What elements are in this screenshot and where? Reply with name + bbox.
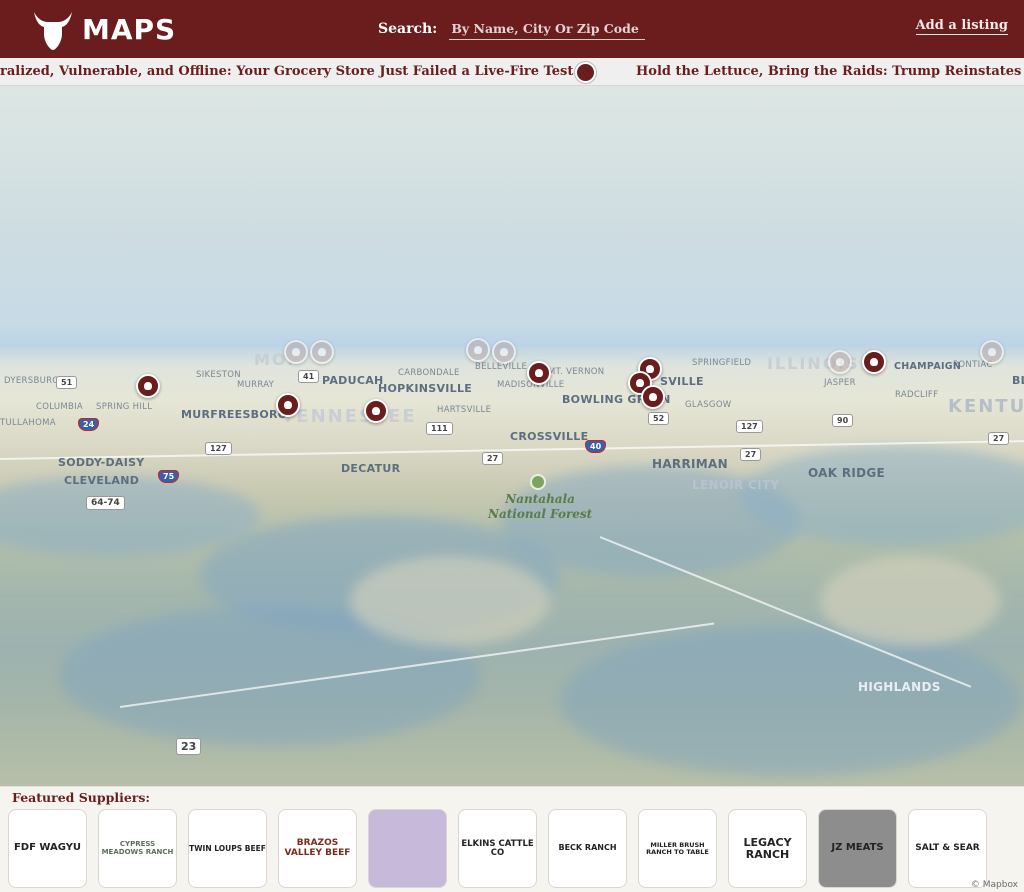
supplier-pin[interactable] [466, 338, 490, 362]
supplier-card[interactable]: BECK RANCH [548, 809, 627, 888]
terrain-map[interactable]: MO. TENNESSEE ILLINOIS KENTUC DYERSBURG … [0, 86, 1024, 786]
supplier-pin[interactable] [980, 340, 1004, 364]
city-label: HARRIMAN [652, 457, 728, 471]
supplier-logo-text: SALT & SEAR [915, 842, 980, 853]
top-header: MAPS Search: Add a listing [0, 0, 1024, 58]
supplier-logo-text: BRAZOS VALLEY BEEF [284, 838, 351, 858]
supplier-logo-text: ELKINS CATTLE CO [461, 838, 534, 858]
city-label: CHAMPAIGN [894, 361, 962, 372]
supplier-card[interactable]: MILLER BRUSH RANCH TO TABLE [638, 809, 717, 888]
supplier-logo-text: LEGACY RANCH [743, 835, 792, 861]
supplier-card[interactable]: ELKINS CATTLE CO [458, 809, 537, 888]
city-label: CROSSVILLE [510, 430, 589, 443]
supplier-pin[interactable] [492, 340, 516, 364]
supplier-logo-text: TWIN LOUPS BEEF [189, 843, 266, 853]
city-label: RADCLIFF [895, 390, 939, 400]
supplier-pin[interactable] [364, 399, 388, 423]
highway-shield: 90 [832, 414, 854, 427]
city-label: DYERSBURG [4, 376, 60, 386]
highway-shield: 127 [205, 442, 232, 455]
city-label: SODDY-DAISY [58, 456, 145, 469]
highway-shield: 52 [648, 412, 670, 425]
supplier-logo-text: BECK RANCH [558, 843, 617, 853]
highway-shield: 51 [56, 376, 78, 389]
supplier-logo-text: MILLER BRUSH RANCH TO TABLE [646, 840, 709, 856]
supplier-card[interactable]: SALT & SEAR [908, 809, 987, 888]
supplier-card[interactable] [368, 809, 447, 888]
city-label: PADUCAH [322, 374, 384, 387]
supplier-card[interactable]: LEGACY RANCH [728, 809, 807, 888]
city-label: HOPKINSVILLE [378, 382, 473, 395]
city-label: MURRAY [237, 380, 275, 390]
city-label: OAK RIDGE [808, 466, 886, 480]
news-ticker: ralized, Vulnerable, and Offline: Your G… [0, 58, 1024, 86]
state-label: TENNESSEE [282, 406, 417, 427]
supplier-card[interactable]: BRAZOS VALLEY BEEF [278, 809, 357, 888]
search-label: Search: [378, 21, 438, 37]
supplier-pin[interactable] [136, 374, 160, 398]
city-label: HIGHLANDS [858, 680, 941, 694]
city-label: CARBONDALE [398, 368, 460, 378]
featured-suppliers-title: Featured Suppliers: [12, 790, 151, 805]
search-input[interactable] [449, 18, 646, 40]
supplier-pin[interactable] [641, 385, 665, 409]
city-label: BLOO [1012, 374, 1024, 387]
highway-shield: 127 [736, 420, 763, 433]
supplier-logo-text: CYPRESS MEADOWS RANCH [101, 840, 174, 856]
highway-shield: 27 [482, 452, 504, 465]
tree-icon [530, 474, 546, 490]
city-label: COLUMBIA [36, 402, 84, 412]
state-label: KENTUC [948, 396, 1024, 417]
city-label: JASPER [824, 378, 856, 388]
highway-shield: 75 [158, 470, 180, 483]
supplier-logo-text: JZ MEATS [831, 842, 884, 854]
supplier-card[interactable]: TWIN LOUPS BEEF [188, 809, 267, 888]
highway-shield: 64-74 [86, 496, 125, 510]
supplier-pin[interactable] [310, 340, 334, 364]
city-label: DECATUR [341, 462, 401, 475]
city-label: LENOIR CITY [692, 478, 780, 492]
city-label: SVILLE [660, 375, 704, 388]
city-label: CLEVELAND [64, 474, 140, 487]
ticker-item[interactable]: Hold the Lettuce, Bring the Raids: Trump… [636, 64, 1024, 79]
supplier-card[interactable]: FDF WAGYU [8, 809, 87, 888]
supplier-pin[interactable] [284, 340, 308, 364]
city-label: SPRING HILL [96, 402, 153, 412]
city-label: SPRINGFIELD [692, 358, 752, 368]
highway-shield: 27 [988, 432, 1010, 445]
supplier-logo-text: FDF WAGYU [13, 842, 82, 854]
search-bar: Search: [378, 18, 646, 40]
city-label: TULLAHOMA [0, 418, 56, 428]
forest-label: Nantahala National Forest [488, 492, 593, 521]
supplier-card[interactable]: CYPRESS MEADOWS RANCH [98, 809, 177, 888]
supplier-list: FDF WAGYU CYPRESS MEADOWS RANCH TWIN LOU… [8, 809, 987, 888]
supplier-pin[interactable] [862, 350, 886, 374]
logo-text: MAPS [82, 12, 177, 46]
city-label: GLASGOW [685, 400, 732, 410]
highway-shield: 24 [78, 418, 100, 431]
highway-shield: 27 [740, 448, 762, 461]
city-label: MURFREESBORO [181, 408, 288, 421]
city-label: HARTSVILLE [437, 405, 492, 415]
supplier-pin[interactable] [828, 350, 852, 374]
mapbox-credit[interactable]: © Mapbox [971, 880, 1018, 890]
supplier-pin[interactable] [527, 361, 551, 385]
supplier-card[interactable]: JZ MEATS [818, 809, 897, 888]
bull-logo-icon [34, 12, 72, 50]
supplier-pin[interactable] [276, 393, 300, 417]
city-label: MT. VERNON [548, 367, 605, 377]
highway-shield: 41 [298, 370, 320, 383]
highway-shield: 23 [176, 738, 202, 755]
highway-shield: 111 [426, 422, 453, 435]
city-label: SIKESTON [196, 370, 241, 380]
ticker-item[interactable]: ralized, Vulnerable, and Offline: Your G… [0, 64, 573, 79]
bull-badge-icon [575, 62, 596, 83]
featured-suppliers: Featured Suppliers: FDF WAGYU CYPRESS ME… [0, 786, 1024, 892]
logo[interactable]: MAPS [30, 6, 176, 52]
highway-shield: 40 [585, 440, 607, 453]
add-listing-link[interactable]: Add a listing [915, 18, 1008, 35]
